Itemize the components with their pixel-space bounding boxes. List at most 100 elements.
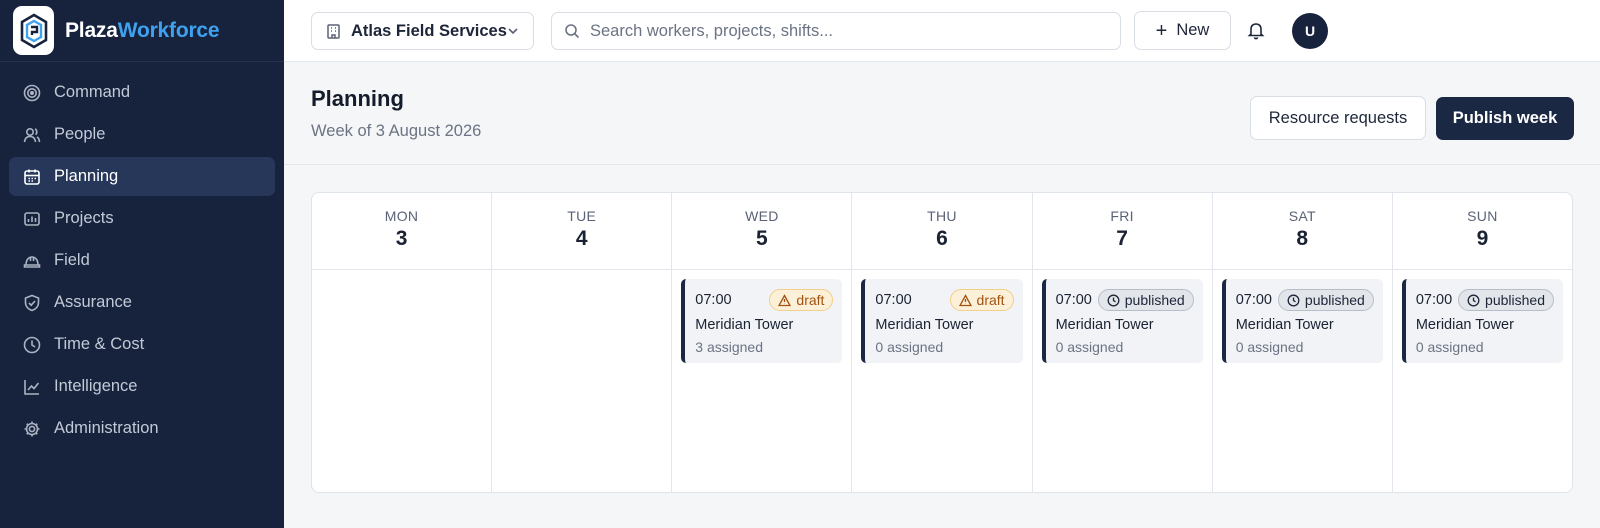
sidebar-item-label: Planning bbox=[54, 167, 119, 185]
day-number: 3 bbox=[395, 227, 408, 250]
day-column-tue[interactable]: TUE 4 bbox=[492, 193, 673, 492]
day-of-week: WED bbox=[745, 208, 779, 224]
search-input[interactable] bbox=[590, 21, 1110, 41]
day-number: 6 bbox=[936, 227, 948, 250]
sidebar-item-label: Field bbox=[54, 251, 90, 269]
sidebar-item-label: Assurance bbox=[54, 293, 132, 311]
page-header: Planning Week of 3 August 2026 Resource … bbox=[284, 62, 1600, 165]
day-column-wed[interactable]: WED 5 07:00 draft Meridian Tower 3 assig… bbox=[672, 193, 853, 492]
sidebar-item-field[interactable]: Field bbox=[9, 241, 275, 280]
sidebar-item-administration[interactable]: Administration bbox=[9, 409, 275, 448]
avatar[interactable]: U bbox=[1292, 13, 1328, 49]
new-button[interactable]: + New bbox=[1134, 11, 1231, 50]
brand-name: PlazaWorkforce bbox=[65, 18, 220, 43]
day-header: FRI 7 bbox=[1032, 193, 1212, 270]
gear-icon bbox=[23, 420, 41, 438]
status-badge: draft bbox=[769, 289, 834, 311]
sidebar-item-command[interactable]: Command bbox=[9, 73, 275, 112]
day-number: 4 bbox=[575, 227, 588, 250]
shift-time: 07:00 bbox=[1235, 292, 1272, 308]
publish-week-button[interactable]: Publish week bbox=[1436, 97, 1574, 140]
day-header: SUN 9 bbox=[1392, 193, 1572, 270]
bell-icon[interactable] bbox=[1246, 20, 1266, 40]
shift-time: 07:00 bbox=[1055, 292, 1092, 308]
shift-project: Meridian Tower bbox=[1415, 317, 1514, 333]
day-column-sun[interactable]: SUN 9 07:00 published Meridian Tower 0 a… bbox=[1392, 193, 1572, 492]
status-badge: published bbox=[1277, 289, 1374, 311]
day-column-mon[interactable]: MON 3 bbox=[312, 193, 493, 492]
calendar-icon bbox=[23, 168, 41, 186]
shift-time: 07:00 bbox=[1415, 292, 1453, 308]
status-badge-label: published bbox=[1485, 292, 1545, 308]
clock-icon bbox=[1467, 294, 1480, 306]
org-name: Atlas Field Services bbox=[351, 21, 507, 40]
day-column-fri[interactable]: FRI 7 07:00 published Meridian Tower 0 a… bbox=[1032, 193, 1213, 492]
people-icon bbox=[23, 126, 41, 144]
clock-icon bbox=[1107, 294, 1120, 306]
sidebar-item-time-cost[interactable]: Time & Cost bbox=[9, 325, 275, 364]
status-badge-label: draft bbox=[976, 292, 1005, 308]
plus-icon: + bbox=[1155, 19, 1168, 42]
sidebar-item-people[interactable]: People bbox=[9, 115, 275, 154]
sidebar-item-assurance[interactable]: Assurance bbox=[9, 283, 275, 322]
shift-card[interactable]: 07:00 draft Meridian Tower 0 assigned bbox=[861, 279, 1023, 363]
brand-name-part1: Plaza bbox=[65, 18, 118, 42]
shift-project: Meridian Tower bbox=[1235, 317, 1334, 333]
topbar: Atlas Field Services + New U bbox=[284, 0, 1600, 62]
shift-assigned: 0 assigned bbox=[875, 339, 944, 355]
sidebar-item-label: Projects bbox=[54, 209, 114, 227]
sidebar-nav: Command People Planning Projects Field A… bbox=[0, 62, 284, 448]
clock-icon bbox=[23, 336, 41, 354]
status-badge-label: published bbox=[1124, 292, 1185, 308]
sidebar-item-label: Administration bbox=[54, 419, 159, 437]
sidebar-item-projects[interactable]: Projects bbox=[9, 199, 275, 238]
day-of-week: THU bbox=[927, 208, 957, 224]
resource-requests-button[interactable]: Resource requests bbox=[1250, 96, 1426, 140]
week-calendar: MON 3 TUE 4 WED 5 07:00 draft Meridian T… bbox=[311, 192, 1573, 493]
shift-card[interactable]: 07:00 published Meridian Tower 0 assigne… bbox=[1221, 279, 1383, 363]
shift-time: 07:00 bbox=[875, 292, 912, 308]
sidebar-item-label: Intelligence bbox=[54, 377, 138, 395]
logo-icon bbox=[13, 6, 54, 55]
projects-icon bbox=[23, 210, 41, 228]
sidebar-item-intelligence[interactable]: Intelligence bbox=[9, 367, 275, 406]
day-column-sat[interactable]: SAT 8 07:00 published Meridian Tower 0 a… bbox=[1212, 193, 1393, 492]
sidebar-item-label: People bbox=[54, 125, 106, 143]
target-icon bbox=[23, 84, 41, 102]
search-icon bbox=[565, 24, 580, 39]
status-badge-label: published bbox=[1304, 292, 1365, 308]
day-of-week: MON bbox=[384, 208, 419, 224]
shift-time: 07:00 bbox=[695, 292, 732, 308]
day-number: 8 bbox=[1296, 227, 1309, 250]
status-badge: published bbox=[1458, 289, 1554, 311]
chevron-down-icon bbox=[508, 28, 518, 35]
status-badge: draft bbox=[949, 289, 1014, 311]
sidebar-item-label: Time & Cost bbox=[54, 335, 145, 353]
page-title: Planning bbox=[311, 86, 404, 111]
day-column-thu[interactable]: THU 6 07:00 draft Meridian Tower 0 assig… bbox=[852, 193, 1033, 492]
warning-icon bbox=[958, 293, 972, 306]
shift-project: Meridian Tower bbox=[695, 317, 794, 333]
shift-card[interactable]: 07:00 published Meridian Tower 0 assigne… bbox=[1401, 279, 1563, 363]
shift-assigned: 3 assigned bbox=[695, 339, 763, 355]
shift-project: Meridian Tower bbox=[875, 317, 974, 333]
new-button-label: New bbox=[1176, 21, 1210, 39]
day-of-week: SUN bbox=[1467, 208, 1498, 224]
shift-card[interactable]: 07:00 published Meridian Tower 0 assigne… bbox=[1041, 279, 1203, 363]
brand[interactable]: PlazaWorkforce bbox=[0, 0, 284, 62]
status-badge-label: draft bbox=[796, 292, 825, 308]
brand-name-part2: Workforce bbox=[117, 18, 220, 42]
day-of-week: SAT bbox=[1288, 208, 1316, 224]
sidebar-item-planning[interactable]: Planning bbox=[9, 157, 275, 196]
shift-card[interactable]: 07:00 draft Meridian Tower 3 assigned bbox=[681, 279, 843, 363]
building-icon bbox=[327, 23, 340, 39]
org-selector[interactable]: Atlas Field Services bbox=[311, 12, 534, 50]
hardhat-icon bbox=[23, 252, 41, 270]
day-header: WED 5 bbox=[672, 193, 852, 270]
search-box bbox=[551, 12, 1121, 50]
page-subtitle: Week of 3 August 2026 bbox=[311, 122, 482, 140]
sidebar: PlazaWorkforce Command People Planning P… bbox=[0, 0, 284, 528]
day-number: 9 bbox=[1476, 227, 1489, 250]
day-of-week: TUE bbox=[567, 208, 597, 224]
shift-assigned: 0 assigned bbox=[1415, 339, 1484, 355]
